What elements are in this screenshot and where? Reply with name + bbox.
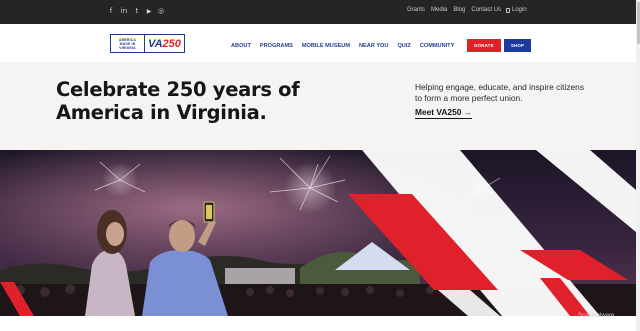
meet-va250-link[interactable]: Meet VA250 → <box>415 107 472 119</box>
facebook-icon[interactable]: f <box>108 6 114 17</box>
instagram-icon[interactable]: ◎ <box>158 6 164 17</box>
blog-link[interactable]: Blog <box>453 7 465 13</box>
scanmalware-watermark: ScanMalware <box>578 313 615 319</box>
nav-item-community[interactable]: COMMUNITY <box>420 43 455 49</box>
hero-subtitle: Helping engage, educate, and inspire cit… <box>415 82 585 103</box>
hero-section: Celebrate 250 years of America in Virgin… <box>0 62 636 150</box>
logo-va: VA <box>148 37 163 50</box>
twitter-icon[interactable]: t <box>134 6 140 17</box>
page-continuation <box>0 316 636 331</box>
top-bar: f in t ▶ ◎ Grants Media Blog Contact Us … <box>0 0 636 24</box>
logo-250: 250 <box>162 37 181 50</box>
hero-title: Celebrate 250 years of America in Virgin… <box>56 78 300 124</box>
shop-button[interactable]: SHOP <box>504 39 531 52</box>
social-links: f in t ▶ ◎ <box>108 6 164 17</box>
hero-photo <box>0 150 636 316</box>
site-header: AMERICA MADE IN VIRGINIA VA250 ABOUT PRO… <box>0 24 636 62</box>
main-nav: ABOUT PROGRAMS MOBILE MUSEUM NEAR YOU QU… <box>231 43 454 49</box>
logo-wordmark: AMERICA MADE IN VIRGINIA <box>111 35 145 52</box>
contact-us-link[interactable]: Contact Us <box>471 7 501 13</box>
nav-item-mobile-museum[interactable]: MOBILE MUSEUM <box>302 43 350 49</box>
fireworks-crowd-image <box>0 150 636 316</box>
logo-line-virginia: VIRGINIA <box>119 45 136 50</box>
nav-item-near-you[interactable]: NEAR YOU <box>359 43 388 49</box>
site-logo[interactable]: AMERICA MADE IN VIRGINIA VA250 <box>110 34 185 53</box>
meet-va250-label: Meet VA250 <box>415 107 462 117</box>
nav-item-quiz[interactable]: QUIZ <box>397 43 410 49</box>
lock-icon <box>506 7 510 13</box>
youtube-icon[interactable]: ▶ <box>146 6 152 17</box>
nav-item-programs[interactable]: PROGRAMS <box>260 43 293 49</box>
linkedin-icon[interactable]: in <box>120 6 128 17</box>
logo-va250: VA250 <box>145 38 184 50</box>
arrow-right-icon: → <box>463 108 472 117</box>
utility-links: Grants Media Blog Contact Us <box>407 7 501 13</box>
media-link[interactable]: Media <box>431 7 447 13</box>
donate-button[interactable]: DONATE <box>467 39 501 52</box>
scrollbar-thumb[interactable] <box>636 2 640 44</box>
grants-link[interactable]: Grants <box>407 7 425 13</box>
nav-item-about[interactable]: ABOUT <box>231 43 251 49</box>
vertical-scrollbar[interactable] <box>636 0 640 331</box>
login-label: Login <box>512 7 527 13</box>
login-link[interactable]: Login <box>506 7 527 13</box>
